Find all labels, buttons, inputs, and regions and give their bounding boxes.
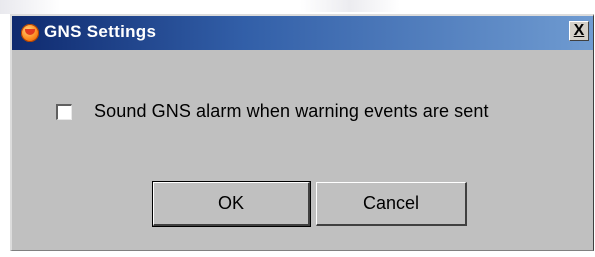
close-button[interactable]: X [569, 21, 589, 41]
gns-app-icon [21, 24, 39, 42]
title-bar[interactable]: GNS Settings X [12, 16, 593, 50]
backdrop-decoration [0, 0, 60, 14]
window-title: GNS Settings [44, 22, 157, 41]
cancel-button[interactable]: Cancel [316, 182, 467, 226]
backdrop-decoration [300, 0, 400, 12]
screen-backdrop: GNS Settings X Sound GNS alarm when warn… [0, 0, 595, 257]
gns-settings-dialog: GNS Settings X Sound GNS alarm when warn… [10, 14, 594, 251]
sound-alarm-label[interactable]: Sound GNS alarm when warning events are … [94, 101, 489, 122]
sound-alarm-checkbox[interactable] [56, 103, 72, 120]
ok-button[interactable]: OK [152, 181, 311, 227]
sound-alarm-option[interactable]: Sound GNS alarm when warning events are … [56, 101, 489, 122]
